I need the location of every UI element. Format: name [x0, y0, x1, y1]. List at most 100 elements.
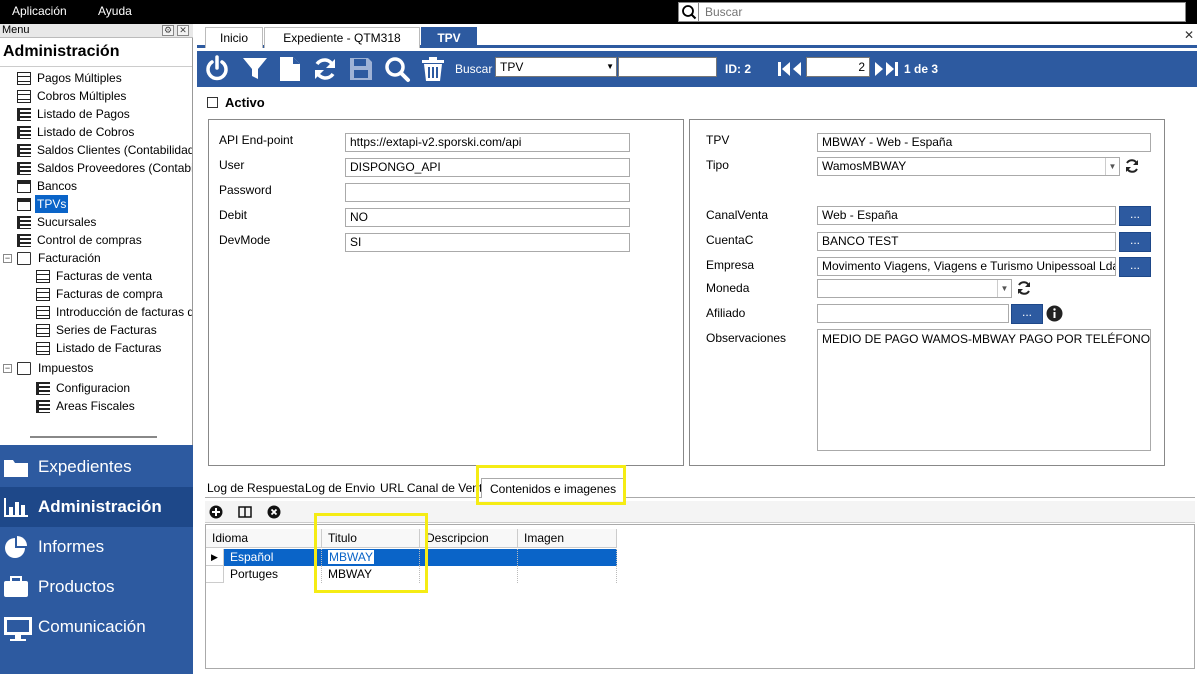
checkbox-icon[interactable]	[207, 97, 218, 108]
tab-contenidos-imagenes[interactable]: Contenidos e imagenes	[481, 478, 626, 498]
cell-titulo-value: MBWAY	[328, 550, 374, 564]
buscar-value-input[interactable]	[618, 57, 717, 77]
activo-label: Activo	[225, 95, 265, 110]
tab-url-canal-venta[interactable]: URL Canal de Venta	[380, 478, 489, 498]
refresh-icon[interactable]	[1124, 158, 1140, 177]
collapse-icon[interactable]: −	[3, 254, 12, 263]
sidebar-tree: Pagos Múltiples Cobros Múltiples Listado…	[0, 66, 192, 436]
menu-aplicacion[interactable]: Aplicación	[12, 4, 67, 18]
save-icon[interactable]	[347, 55, 375, 83]
cell-descripcion[interactable]	[420, 549, 518, 566]
tipo-select[interactable]: WamosMBWAY ▼	[817, 157, 1120, 176]
afiliado-field[interactable]	[817, 304, 1009, 323]
column-header-titulo[interactable]: Titulo	[322, 529, 420, 548]
observaciones-label: Observaciones	[706, 331, 787, 345]
doc-icon	[17, 72, 31, 85]
tab-expediente[interactable]: Expediente - QTM318	[264, 27, 420, 48]
nav-comunicacion[interactable]: Comunicación	[0, 607, 193, 647]
devmode-field[interactable]: SI	[345, 233, 630, 252]
canal-venta-field[interactable]: Web - España	[817, 206, 1116, 225]
cuenta-c-field[interactable]: BANCO TEST	[817, 232, 1116, 251]
refresh-icon[interactable]	[1016, 280, 1032, 299]
search-icon[interactable]	[679, 3, 699, 21]
cuenta-c-label: CuentaC	[706, 233, 754, 247]
cell-imagen[interactable]	[518, 566, 617, 583]
doc-icon	[36, 306, 50, 319]
pin-icon[interactable]: ⚙	[162, 25, 174, 36]
tree-scrollbar[interactable]	[30, 436, 157, 438]
search-icon[interactable]	[383, 55, 411, 83]
tab-inicio[interactable]: Inicio	[205, 27, 263, 48]
filter-icon[interactable]	[241, 55, 269, 83]
doc-icon	[36, 342, 50, 355]
afiliado-lookup-button[interactable]: ...	[1011, 304, 1043, 324]
page-number-input[interactable]: 2	[806, 57, 870, 77]
column-header-idioma[interactable]: Idioma	[206, 529, 322, 548]
nav-informes[interactable]: Informes	[0, 527, 193, 567]
column-header-descripcion[interactable]: Descripcion	[420, 529, 518, 548]
moneda-label: Moneda	[706, 281, 750, 295]
dropdown-arrow-icon: ▼	[1105, 158, 1119, 175]
search-input[interactable]	[705, 3, 1175, 21]
main-area: Inicio Expediente - QTM318 TPV ✕ Buscar …	[197, 24, 1197, 674]
nav-administracion[interactable]: Administración	[0, 487, 193, 527]
tab-log-respuesta[interactable]: Log de Respuesta	[207, 478, 304, 498]
grid-toolbar	[205, 501, 1195, 523]
list-icon	[36, 400, 50, 413]
nav-first-prev-icon[interactable]	[777, 60, 803, 78]
afiliado-label: Afiliado	[706, 306, 746, 320]
delete-row-icon[interactable]	[267, 505, 281, 519]
add-row-icon[interactable]	[209, 505, 223, 519]
nav-next-last-icon[interactable]	[873, 60, 899, 78]
info-icon[interactable]	[1046, 305, 1063, 325]
sidebar-item-impuestos[interactable]: − Impuestos	[0, 359, 190, 377]
cell-idioma[interactable]: Portuges	[224, 566, 322, 583]
folder-icon	[17, 362, 31, 375]
new-document-icon[interactable]	[276, 55, 304, 83]
password-label: Password	[219, 183, 272, 197]
canal-venta-lookup-button[interactable]: ...	[1119, 206, 1151, 226]
empresa-lookup-button[interactable]: ...	[1119, 257, 1151, 277]
menu-header-label: Menu	[2, 24, 30, 36]
collapse-icon[interactable]: −	[3, 364, 12, 373]
column-header-imagen[interactable]: Imagen	[518, 529, 617, 548]
doc-icon	[36, 324, 50, 337]
debit-field[interactable]: NO	[345, 208, 630, 227]
nav-productos[interactable]: Productos	[0, 567, 193, 607]
canal-venta-label: CanalVenta	[706, 208, 769, 222]
password-field[interactable]	[345, 183, 630, 202]
cell-titulo[interactable]: MBWAY	[322, 566, 420, 583]
contents-grid: Idioma Titulo Descripcion Imagen ▶ Españ…	[205, 524, 1195, 669]
buscar-select-value: TPV	[500, 60, 524, 74]
briefcase-icon	[3, 576, 29, 598]
user-field[interactable]: DISPONGO_API	[345, 158, 630, 177]
observaciones-textarea[interactable]: MEDIO DE PAGO WAMOS-MBWAY PAGO POR TELÉF…	[817, 329, 1151, 451]
cell-imagen[interactable]	[518, 549, 617, 566]
delete-icon[interactable]	[419, 55, 447, 83]
tab-log-envio[interactable]: Log de Envio	[305, 478, 375, 498]
devmode-label: DevMode	[219, 233, 271, 247]
config-panel: API End-point https://extapi-v2.sporski.…	[208, 119, 684, 466]
tpv-field[interactable]: MBWAY - Web - España	[817, 133, 1151, 152]
sidebar-item-facturacion[interactable]: − Facturación	[0, 249, 190, 267]
empresa-field[interactable]: Movimento Viagens, Viagens e Turismo Uni…	[817, 257, 1116, 276]
table-row[interactable]: ▶ Español MBWAY	[206, 549, 617, 566]
table-row[interactable]: Portuges MBWAY	[206, 566, 617, 583]
doc-icon	[17, 90, 31, 103]
tab-tpv[interactable]: TPV	[421, 27, 477, 48]
refresh-icon[interactable]	[311, 55, 339, 83]
cell-descripcion[interactable]	[420, 566, 518, 583]
cell-titulo[interactable]: MBWAY	[322, 549, 420, 566]
record-toolbar: Buscar TPV ▼ ID: 2 2 1 de 3	[197, 51, 1197, 87]
nav-expedientes[interactable]: Expedientes	[0, 447, 193, 487]
cell-idioma[interactable]: Español	[224, 549, 322, 566]
close-tab-icon[interactable]: ✕	[1184, 28, 1194, 42]
menu-ayuda[interactable]: Ayuda	[98, 4, 132, 18]
moneda-select[interactable]: ▼	[817, 279, 1012, 298]
api-endpoint-field[interactable]: https://extapi-v2.sporski.com/api	[345, 133, 630, 152]
cuenta-c-lookup-button[interactable]: ...	[1119, 232, 1151, 252]
power-icon[interactable]	[203, 55, 231, 83]
columns-icon[interactable]	[238, 505, 252, 519]
buscar-select[interactable]: TPV ▼	[495, 57, 617, 77]
close-icon[interactable]: ✕	[177, 25, 189, 36]
